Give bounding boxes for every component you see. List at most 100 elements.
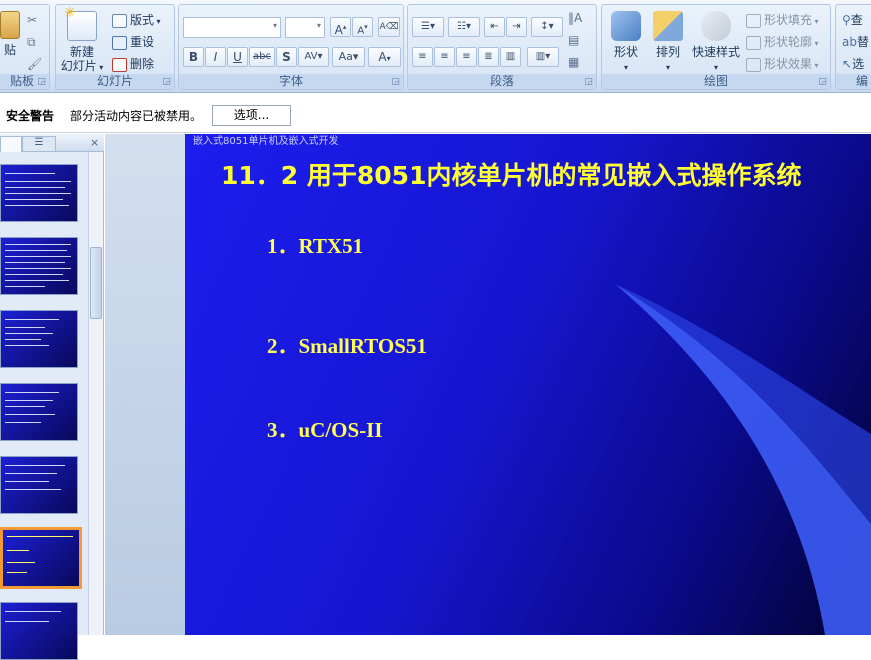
bold-button[interactable]: B [183,47,204,67]
quick-styles-button[interactable]: 快速样式 ▾ [688,11,744,75]
shapes-label: 形状 [613,45,638,59]
smartart-icon[interactable]: ▦ [568,55,579,69]
new-slide-label: 新建 [69,45,94,59]
shape-fill-button[interactable]: 形状填充 ▾ [746,11,819,28]
find-icon: ⚲ [842,13,851,27]
cut-icon[interactable]: ✂ [27,13,37,27]
delete-icon [112,57,127,72]
ribbon: 贴 ✂ ⧉ 🖌 贴板 ◲ ✳ 新建 幻灯片 ▾ 版式 ▾ 重设 删除 幻灯片 ◲… [0,0,871,93]
shadow-button[interactable]: S [276,47,297,67]
align-right-button[interactable]: ≡ [456,47,477,67]
justify-button[interactable]: ≣ [478,47,499,67]
paste-button[interactable]: 贴 [0,11,21,57]
slides-tab[interactable] [0,136,22,152]
editing-group-label: 编 [836,74,871,89]
line-spacing-button[interactable]: ↕▾ [531,17,563,37]
slides-group: ✳ 新建 幻灯片 ▾ 版式 ▾ 重设 删除 幻灯片 ◲ [55,4,175,90]
select-icon: ↖ [842,57,853,71]
reset-button[interactable]: 重设 [112,33,154,50]
find-button[interactable]: ⚲查 [842,11,863,28]
slide-title[interactable]: 11．2 用于8051内核单片机的常见嵌入式操作系统 [221,156,801,192]
layout-label: 版式 [130,13,155,27]
drawing-group: 形状 ▾ 排列 ▾ 快速样式 ▾ 形状填充 ▾ 形状轮廓 ▾ 形状效果 ▾ 绘图 ◲ [601,4,831,90]
shape-outline-label: 形状轮廓 [764,35,813,49]
strikethrough-button[interactable]: abc [249,47,275,67]
new-slide-button[interactable]: ✳ 新建 幻灯片 ▾ [58,6,106,75]
new-slide-icon: ✳ [64,6,97,41]
slide-header-text: 嵌入式8051单片机及嵌入式开发 [193,136,339,147]
grow-font-button[interactable]: A▴ [330,17,351,37]
reset-icon [112,35,127,50]
align-center-button[interactable]: ≡ [434,47,455,67]
new-slide-label-2: 幻灯片 [60,59,97,73]
underline-button[interactable]: U [227,47,248,67]
columns-button[interactable]: ▥▾ [527,47,559,67]
change-case-button[interactable]: Aa▾ [332,47,365,67]
clear-format-icon[interactable]: A⌫ [378,17,400,37]
numbering-button[interactable]: ☷▾ [448,17,480,37]
bullets-button[interactable]: ☰▾ [412,17,444,37]
clipboard-launcher-icon[interactable]: ◲ [37,77,46,87]
shapes-icon [611,11,641,41]
effects-icon [746,57,761,72]
slide-thumbnail-5[interactable] [0,456,78,514]
align-text-icon[interactable]: ▤ [568,33,579,47]
slide-thumbnail-4[interactable] [0,383,78,441]
decrease-indent-button[interactable]: ⇤ [484,17,505,37]
quick-styles-icon [701,11,731,41]
select-label: 选 [852,57,865,71]
arrange-button[interactable]: 排列 ▾ [648,11,688,75]
shape-effects-label: 形状效果 [764,57,813,71]
scrollbar-thumb[interactable] [90,247,102,319]
paragraph-launcher-icon[interactable]: ◲ [584,77,593,87]
font-launcher-icon[interactable]: ◲ [391,77,400,87]
shrink-font-button[interactable]: A▾ [352,17,373,37]
outline-tab[interactable]: ☰ [22,136,56,152]
slide-thumbnail-7[interactable] [0,602,78,660]
slide-thumbnail-3[interactable] [0,310,78,368]
font-name-combobox[interactable]: ▾ [183,17,281,38]
slide-thumbnail-6-selected[interactable] [0,527,82,589]
panel-tabs: ☰ × [0,134,104,152]
align-left-button[interactable]: ≡ [412,47,433,67]
shape-effects-button[interactable]: 形状效果 ▾ [746,55,819,72]
drawing-launcher-icon[interactable]: ◲ [818,77,827,87]
slide-item-3[interactable]: 3．uC/OS-II [267,414,383,444]
slides-launcher-icon[interactable]: ◲ [162,77,171,87]
slide-item-2[interactable]: 2．SmallRTOS51 [267,330,427,360]
delete-button[interactable]: 删除 [112,55,154,72]
shape-outline-button[interactable]: 形状轮廓 ▾ [746,33,819,50]
text-direction-icon[interactable]: ‖A [568,11,582,25]
increase-indent-button[interactable]: ⇥ [506,17,527,37]
slide-item-1[interactable]: 1．RTX51 [267,230,363,260]
distributed-button[interactable]: ▥ [500,47,521,67]
slide-swoosh-graphic [615,284,871,635]
italic-button[interactable]: I [205,47,226,67]
paste-label: 贴 [3,43,16,57]
find-label: 查 [850,13,863,27]
close-panel-icon[interactable]: × [90,136,99,149]
slides-group-label: 幻灯片 [56,74,174,89]
options-button[interactable]: 选项... [212,105,291,126]
shapes-button[interactable]: 形状 ▾ [606,11,646,75]
layout-button[interactable]: 版式 ▾ [112,11,161,28]
select-button[interactable]: ↖选 [842,55,864,72]
font-size-combobox[interactable]: ▾ [285,17,325,38]
slide-thumbnail-1[interactable] [0,164,78,222]
replace-icon: ab [842,35,857,49]
copy-icon[interactable]: ⧉ [27,35,36,50]
clipboard-group: 贴 ✂ ⧉ 🖌 贴板 ◲ [0,4,50,90]
font-color-button[interactable]: A▾ [368,47,401,67]
arrange-icon [653,11,683,41]
char-spacing-button[interactable]: AV▾ [298,47,329,67]
layout-icon [112,13,127,28]
slide-thumbnail-2[interactable] [0,237,78,295]
replace-button[interactable]: ab替 [842,33,869,50]
current-slide[interactable]: 嵌入式8051单片机及嵌入式开发 11．2 用于8051内核单片机的常见嵌入式操… [185,134,871,635]
panel-scrollbar[interactable] [88,152,103,635]
format-painter-icon[interactable]: 🖌 [27,57,42,71]
outline-pen-icon [746,35,761,50]
reset-label: 重设 [130,35,155,49]
paste-icon [0,11,20,39]
drawing-group-label: 绘图 [602,74,830,89]
